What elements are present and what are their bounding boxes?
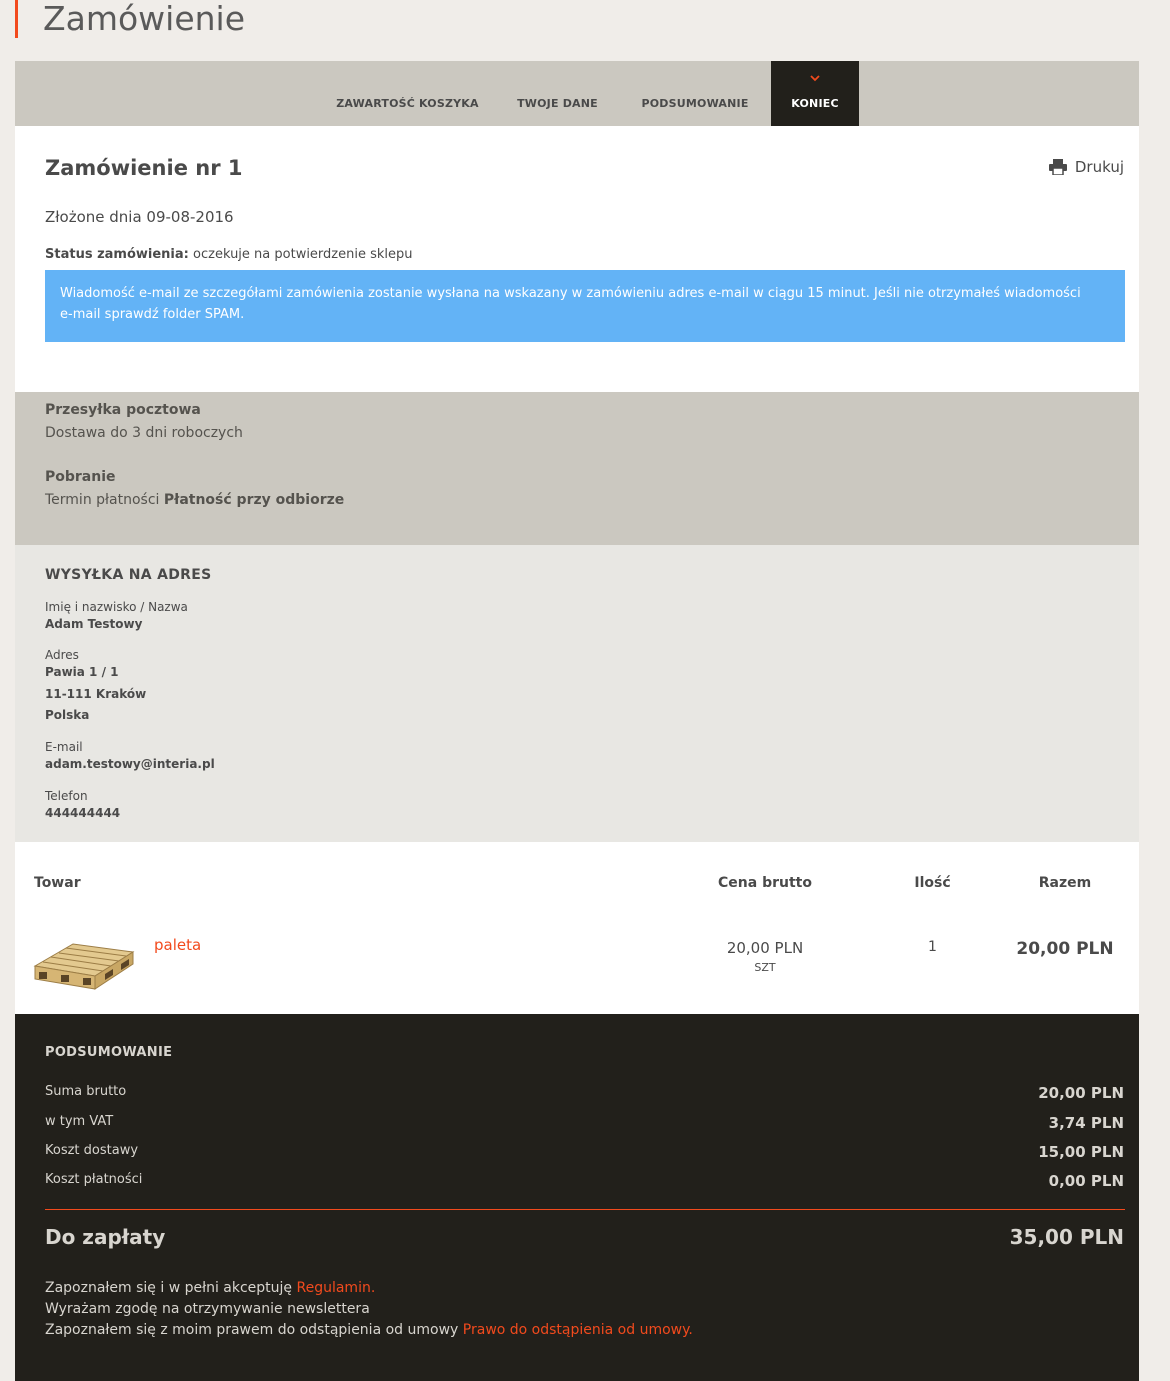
summary-row-label: Suma brutto bbox=[45, 1084, 127, 1099]
status-label: Status zamówienia: bbox=[45, 247, 189, 262]
delivery-payment-card: Przesyłka pocztowa Dostawa do 3 dni robo… bbox=[15, 392, 1139, 545]
step-label: TWOJE DANE bbox=[517, 97, 598, 110]
print-label: Drukuj bbox=[1074, 158, 1124, 176]
summary-row-value: 20,00 PLN bbox=[1038, 1084, 1124, 1102]
info-line: e-mail sprawdź folder SPAM. bbox=[60, 307, 245, 322]
address-section-title: WYSYŁKA NA ADRES bbox=[45, 567, 212, 583]
step-your-data[interactable]: TWOJE DANE bbox=[500, 61, 615, 126]
email-label: E-mail bbox=[45, 740, 83, 754]
summary-title: PODSUMOWANIE bbox=[45, 1045, 173, 1060]
payment-value: Płatność przy odbiorze bbox=[163, 492, 345, 508]
checkout-steps: ZAWARTOŚĆ KOSZYKA TWOJE DANE PODSUMOWANI… bbox=[15, 61, 1139, 126]
summary-row-value: 0,00 PLN bbox=[1048, 1172, 1124, 1190]
newsletter-consent: Wyrażam zgodę na otrzymywanie newsletter… bbox=[45, 1301, 370, 1317]
summary-row-label: Koszt dostawy bbox=[45, 1143, 139, 1158]
name-label: Imię i nazwisko / Nazwa bbox=[45, 600, 188, 614]
product-qty: 1 bbox=[928, 939, 937, 955]
page-title: Zamówienie bbox=[43, 0, 246, 38]
consent-text: Zapoznałem się i w pełni akceptuję bbox=[45, 1280, 293, 1296]
payment-prefix: Termin płatności bbox=[45, 492, 160, 508]
withdrawal-link-dot: . bbox=[688, 1322, 693, 1338]
amount-due-value: 35,00 PLN bbox=[1009, 1225, 1124, 1249]
summary-row-value: 15,00 PLN bbox=[1038, 1143, 1124, 1161]
column-header-price: Cena brutto bbox=[718, 875, 812, 891]
column-header-total: Razem bbox=[1038, 875, 1092, 891]
order-header-card: Zamówienie nr 1 Drukuj Złożone dnia 09-0… bbox=[15, 126, 1139, 392]
page-header: Zamówienie bbox=[15, 0, 245, 38]
summary-row-label: w tym VAT bbox=[45, 1114, 114, 1129]
withdrawal-link[interactable]: Prawo do odstąpienia od umowy bbox=[463, 1322, 689, 1338]
chevron-down-icon bbox=[810, 75, 820, 82]
name-value: Adam Testowy bbox=[45, 617, 143, 631]
amount-due-label: Do zapłaty bbox=[45, 1225, 166, 1249]
product-name-link[interactable]: paleta bbox=[154, 936, 201, 954]
column-header-qty: Ilość bbox=[914, 875, 951, 891]
email-value: adam.testowy@interia.pl bbox=[45, 757, 215, 771]
address-line: Polska bbox=[45, 708, 90, 722]
order-items-table: Towar Cena brutto Ilość Razem paleta 20,… bbox=[15, 842, 1139, 1014]
step-label: KONIEC bbox=[791, 97, 839, 110]
info-line: Wiadomość e-mail ze szczegółami zamówien… bbox=[60, 286, 1081, 301]
summary-row-label: Koszt płatności bbox=[45, 1172, 143, 1187]
payment-method-label: Pobranie bbox=[45, 469, 116, 485]
address-label: Adres bbox=[45, 648, 79, 662]
summary-divider bbox=[45, 1209, 1125, 1210]
step-label: PODSUMOWANIE bbox=[641, 97, 749, 110]
step-cart-contents[interactable]: ZAWARTOŚĆ KOSZYKA bbox=[315, 61, 500, 126]
order-date: Złożone dnia 09-08-2016 bbox=[45, 208, 234, 226]
printer-icon bbox=[1048, 159, 1067, 175]
step-summary[interactable]: PODSUMOWANIE bbox=[615, 61, 775, 126]
status-value: oczekuje na potwierdzenie sklepu bbox=[193, 247, 413, 262]
consent-text: Zapoznałem się z moim prawem do odstąpie… bbox=[45, 1322, 459, 1338]
column-header-product: Towar bbox=[34, 875, 81, 891]
shipping-method-label: Przesyłka pocztowa bbox=[45, 402, 201, 418]
order-title: Zamówienie nr 1 bbox=[45, 156, 243, 180]
phone-value: 444444444 bbox=[45, 806, 121, 820]
payment-method-value: Termin płatności Płatność przy odbiorze bbox=[45, 492, 344, 508]
withdrawal-consent: Zapoznałem się z moim prawem do odstąpie… bbox=[45, 1322, 693, 1338]
shipping-method-value: Dostawa do 3 dni roboczych bbox=[45, 425, 243, 441]
product-unit: SZT bbox=[754, 961, 776, 974]
order-summary-card: PODSUMOWANIE Suma brutto 20,00 PLN w tym… bbox=[15, 1014, 1139, 1381]
address-line: 11-111 Kraków bbox=[45, 687, 147, 701]
product-total: 20,00 PLN bbox=[1016, 939, 1114, 959]
email-info-alert: Wiadomość e-mail ze szczegółami zamówien… bbox=[45, 270, 1125, 342]
terms-link-dot: . bbox=[370, 1280, 376, 1296]
print-button[interactable]: Drukuj bbox=[1048, 158, 1124, 176]
terms-consent: Zapoznałem się i w pełni akceptuję Regul… bbox=[45, 1280, 375, 1296]
summary-row-value: 3,74 PLN bbox=[1048, 1114, 1124, 1132]
product-thumbnail bbox=[33, 943, 135, 990]
terms-link[interactable]: Regulamin bbox=[296, 1280, 370, 1296]
step-label: ZAWARTOŚĆ KOSZYKA bbox=[336, 97, 479, 110]
product-price: 20,00 PLN bbox=[726, 939, 804, 957]
phone-label: Telefon bbox=[45, 789, 88, 803]
step-end[interactable]: KONIEC bbox=[771, 61, 859, 126]
order-status: Status zamówienia: oczekuje na potwierdz… bbox=[45, 247, 413, 262]
address-line: Pawia 1 / 1 bbox=[45, 665, 119, 679]
shipping-address-card: WYSYŁKA NA ADRES Imię i nazwisko / Nazwa… bbox=[15, 545, 1139, 842]
